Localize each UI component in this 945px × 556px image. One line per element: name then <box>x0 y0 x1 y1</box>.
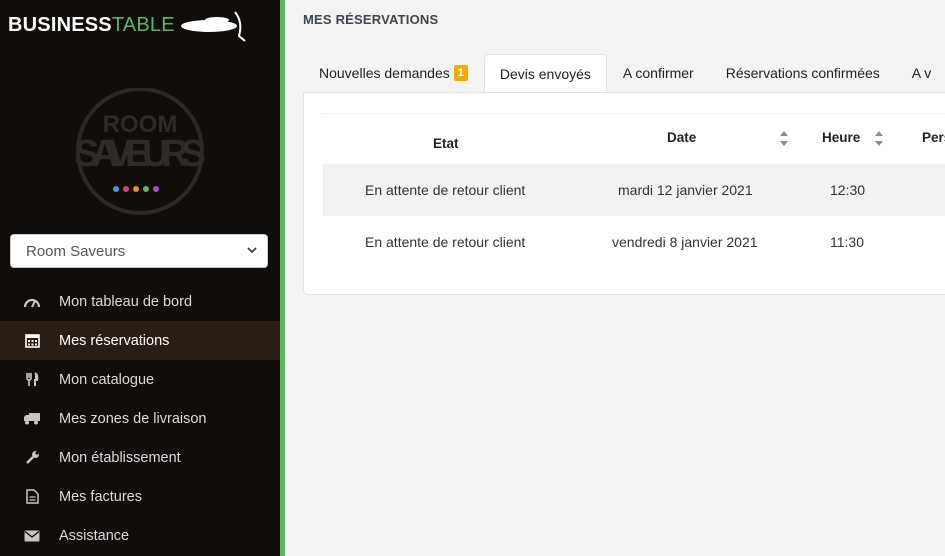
tab-new-requests[interactable]: Nouvelles demandes 1 <box>303 54 484 92</box>
tab-label: Nouvelles demandes <box>319 65 450 81</box>
count-badge: 1 <box>453 65 468 81</box>
sort-icon[interactable] <box>779 128 789 150</box>
page-title: MES RÉSERVATIONS <box>303 12 439 27</box>
venue-select-value: Room Saveurs <box>26 242 126 260</box>
cell-etat: En attente de retour client <box>365 234 526 250</box>
tab-truncated[interactable]: A v <box>896 54 945 92</box>
truck-icon <box>22 412 42 425</box>
sidebar-menu: Mon tableau de bord Mes réservations Mon… <box>0 282 280 555</box>
sidebar-item-establishment[interactable]: Mon établissement <box>0 438 280 477</box>
wrench-icon <box>22 450 42 465</box>
cell-etat: En attente de retour client <box>365 182 526 198</box>
sidebar-item-delivery-zones[interactable]: Mes zones de livraison <box>0 399 280 438</box>
tab-quotes-sent[interactable]: Devis envoyés <box>483 54 607 93</box>
sidebar-item-label: Mon établissement <box>59 449 181 466</box>
sidebar-item-label: Mon catalogue <box>59 371 155 388</box>
sidebar-item-reservations[interactable]: Mes réservations <box>0 321 280 360</box>
tab-label: A confirmer <box>622 65 694 81</box>
cell-heure: 12:30 <box>830 182 866 198</box>
sidebar-item-label: Mon tableau de bord <box>59 293 193 310</box>
cell-heure: 11:30 <box>830 234 864 250</box>
table-header: Etat Date Heure Pers <box>323 113 945 164</box>
calendar-icon <box>22 333 42 348</box>
table-row[interactable]: En attente de retour client vendredi 8 j… <box>323 216 945 268</box>
envelope-icon <box>22 530 42 542</box>
venue-logo-line2: SAVEURS <box>74 133 206 175</box>
dashboard-icon <box>22 295 42 309</box>
venue-logo-dots <box>113 186 159 192</box>
chevron-down-icon <box>247 245 257 257</box>
sort-icon[interactable] <box>874 128 884 150</box>
sidebar-item-label: Mes factures <box>59 488 142 505</box>
brand-name-light: TABLE <box>111 13 175 36</box>
venue-select[interactable]: Room Saveurs <box>10 234 268 268</box>
cutlery-icon <box>22 372 42 387</box>
sidebar-item-assistance[interactable]: Assistance <box>0 516 280 555</box>
cell-date: mardi 12 janvier 2021 <box>618 182 753 198</box>
sidebar-border <box>280 0 285 556</box>
table-row[interactable]: En attente de retour client mardi 12 jan… <box>323 164 945 216</box>
tab-label: A v <box>911 65 932 81</box>
reservations-panel: Etat Date Heure Pers En attente de retou… <box>303 92 945 295</box>
brand-logo[interactable]: BUSINESS TABLE <box>8 8 249 42</box>
brand-name-bold: BUSINESS <box>8 13 112 36</box>
venue-logo: ROOM SAVEURS <box>70 87 210 218</box>
tab-label: Devis envoyés <box>499 65 591 82</box>
column-header-date[interactable]: Date <box>667 130 696 145</box>
sidebar-item-catalogue[interactable]: Mon catalogue <box>0 360 280 399</box>
column-header-heure[interactable]: Heure <box>822 130 860 145</box>
reservation-tabs: Nouvelles demandes 1 Devis envoyés A con… <box>303 54 945 93</box>
sidebar-item-dashboard[interactable]: Mon tableau de bord <box>0 282 280 321</box>
sidebar-item-label: Assistance <box>59 527 130 544</box>
sidebar-item-invoices[interactable]: Mes factures <box>0 477 280 516</box>
tab-confirmed[interactable]: Réservations confirmées <box>710 54 896 92</box>
reservations-table: Etat Date Heure Pers En attente de retou… <box>323 113 945 268</box>
file-icon <box>22 489 42 504</box>
table-logo-icon <box>180 11 246 42</box>
tab-label: Réservations confirmées <box>725 65 880 81</box>
sidebar-item-label: Mes réservations <box>59 332 170 349</box>
sidebar: BUSINESSTABLE ROOM SAVEURS Room Saveurs <box>0 0 280 556</box>
column-header-etat[interactable]: Etat <box>433 136 459 151</box>
tab-to-confirm[interactable]: A confirmer <box>607 54 710 92</box>
sidebar-item-label: Mes zones de livraison <box>59 410 207 427</box>
column-header-pers[interactable]: Pers <box>922 130 945 145</box>
cell-date: vendredi 8 janvier 2021 <box>612 234 758 250</box>
